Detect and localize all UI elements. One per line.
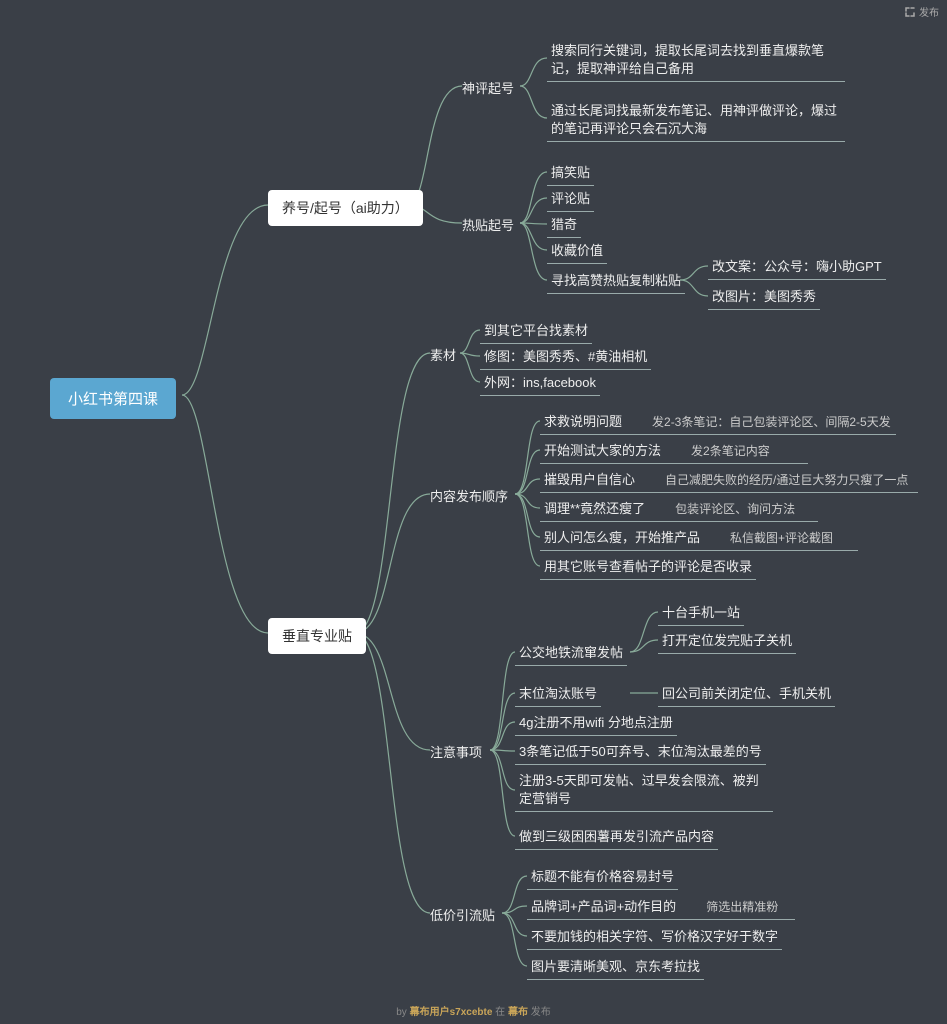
- node-sucai[interactable]: 素材: [430, 345, 456, 364]
- branch-yanghao[interactable]: 养号/起号（ai助力）: [268, 190, 423, 226]
- leaf: 收藏价值: [547, 240, 607, 264]
- leaf: 公交地铁流窜发帖: [515, 642, 627, 666]
- leaf: 求救说明问题发2-3条笔记：自己包装评论区、间隔2-5天发: [540, 411, 896, 435]
- leaf: 寻找高赞热贴复制粘贴: [547, 270, 685, 294]
- leaf: 4g注册不用wifi 分地点注册: [515, 712, 677, 736]
- leaf: 猎奇: [547, 214, 581, 238]
- node-seq[interactable]: 内容发布顺序: [430, 486, 508, 505]
- root-node[interactable]: 小红书第四课: [50, 378, 176, 419]
- leaf: 打开定位发完贴子关机: [658, 630, 796, 654]
- node-zhuyi[interactable]: 注意事项: [430, 742, 482, 761]
- leaf: 外网：ins,facebook: [480, 372, 600, 396]
- leaf: 末位淘汰账号: [515, 683, 601, 707]
- leaf: 注册3-5天即可发帖、过早发会限流、被判定营销号: [515, 770, 773, 812]
- node-retie[interactable]: 热贴起号: [462, 215, 514, 234]
- leaf: 开始测试大家的方法发2条笔记内容: [540, 440, 808, 464]
- leaf: 到其它平台找素材: [480, 320, 592, 344]
- branch-vertical[interactable]: 垂直专业贴: [268, 618, 366, 654]
- leaf: 做到三级困困薯再发引流产品内容: [515, 826, 718, 850]
- leaf: 回公司前关闭定位、手机关机: [658, 683, 835, 707]
- leaf: 3条笔记低于50可弃号、末位淘汰最差的号: [515, 741, 766, 765]
- leaf: 用其它账号查看帖子的评论是否收录: [540, 556, 756, 580]
- leaf: 十台手机一站: [658, 602, 744, 626]
- leaf: 搞笑贴: [547, 162, 594, 186]
- leaf: 不要加钱的相关字符、写价格汉字好于数字: [527, 926, 782, 950]
- leaf: 搜索同行关键词，提取长尾词去找到垂直爆款笔记，提取神评给自己备用: [547, 40, 845, 82]
- leaf: 品牌词+产品词+动作目的筛选出精准粉: [527, 896, 795, 920]
- leaf: 调理**竟然还瘦了包装评论区、询问方法: [540, 498, 818, 522]
- leaf: 图片要清晰美观、京东考拉找: [527, 956, 704, 980]
- leaf: 通过长尾词找最新发布笔记、用神评做评论，爆过的笔记再评论只会石沉大海: [547, 100, 845, 142]
- node-diyin[interactable]: 低价引流贴: [430, 905, 495, 924]
- leaf: 修图：美图秀秀、#黄油相机: [480, 346, 651, 370]
- leaf: 改文案：公众号：嗨小助GPT: [708, 256, 886, 280]
- leaf: 改图片：美图秀秀: [708, 286, 820, 310]
- leaf: 标题不能有价格容易封号: [527, 866, 678, 890]
- leaf: 评论贴: [547, 188, 594, 212]
- leaf: 别人问怎么瘦，开始推产品私信截图+评论截图: [540, 527, 858, 551]
- node-shenping[interactable]: 神评起号: [462, 78, 514, 97]
- leaf: 摧毁用户自信心自己减肥失败的经历/通过巨大努力只瘦了一点: [540, 469, 918, 493]
